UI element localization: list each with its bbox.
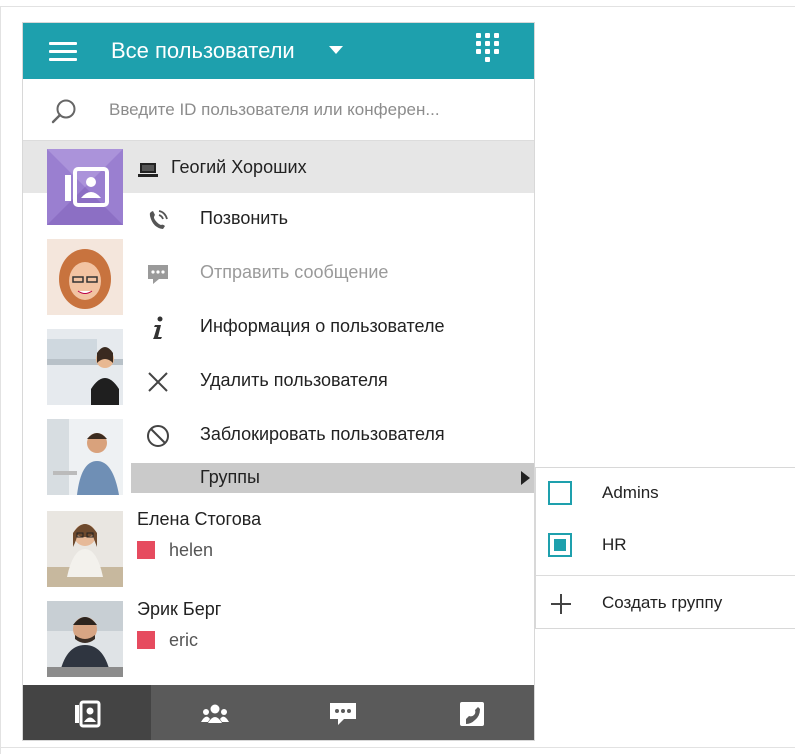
contact-row[interactable]: Эрик Берг eric: [23, 595, 534, 685]
groups-submenu: Admins HR Создать группу: [535, 467, 795, 629]
context-menu: Позвонить Отправить сообщение Информация…: [131, 193, 534, 493]
info-icon: [153, 316, 163, 339]
group-option-label: HR: [602, 535, 627, 554]
admins-checkbox[interactable]: [548, 481, 572, 505]
bottom-tab-bar: [23, 685, 534, 740]
menu-item-delete-user[interactable]: Удалить пользователя: [131, 355, 534, 409]
frame-top-line: [0, 6, 795, 7]
chevron-down-icon[interactable]: [329, 46, 343, 54]
create-group-button[interactable]: Создать группу: [536, 578, 795, 630]
phone-icon: [459, 701, 484, 726]
contact-card-icon: [47, 149, 123, 225]
contacts-panel: Все пользователи Введите ID пользователя…: [22, 22, 535, 741]
block-icon: [147, 425, 169, 447]
menu-item-label: Информация о пользователе: [200, 316, 445, 336]
chat-icon: [330, 702, 356, 725]
menu-item-block-user[interactable]: Заблокировать пользователя: [131, 409, 534, 463]
contact-row[interactable]: Елена Стогова helen: [23, 505, 534, 595]
menu-item-label: Заблокировать пользователя: [200, 424, 445, 444]
contact-name: Елена Стогова: [137, 509, 262, 529]
frame-bottom-line: [0, 747, 795, 748]
group-option-hr[interactable]: HR: [536, 520, 795, 572]
group-option-label: Admins: [602, 483, 659, 502]
plus-icon: [551, 594, 571, 614]
search-bar: [23, 79, 534, 141]
call-icon: [149, 210, 168, 229]
menu-item-call[interactable]: Позвонить: [131, 193, 534, 247]
tab-conferences[interactable]: [151, 685, 279, 740]
contacts-icon: [75, 700, 101, 727]
avatar: [47, 329, 123, 405]
message-icon: [148, 265, 168, 284]
tab-contacts[interactable]: [23, 685, 151, 740]
avatar: [47, 419, 123, 495]
create-group-label: Создать группу: [602, 593, 723, 612]
menu-item-label: Отправить сообщение: [200, 262, 389, 282]
submenu-divider: [536, 575, 795, 576]
menu-item-user-info[interactable]: Информация о пользователе: [131, 301, 534, 355]
contact-list: Геогий Хороших Елена Стогова helen Эрик …: [23, 141, 534, 685]
menu-item-label: Удалить пользователя: [200, 370, 388, 390]
status-badge: [137, 631, 155, 649]
hr-checkbox[interactable]: [548, 533, 572, 557]
menu-item-label: Позвонить: [200, 208, 288, 228]
contact-filter-title[interactable]: Все пользователи: [111, 37, 295, 65]
contact-name: Эрик Берг: [137, 599, 222, 619]
group-icon: [201, 704, 229, 723]
close-icon: [148, 372, 168, 392]
contact-name: Геогий Хороших: [171, 157, 307, 177]
avatar: [47, 239, 123, 315]
contact-login: helen: [169, 540, 214, 560]
menu-icon[interactable]: [49, 39, 79, 63]
tab-chats[interactable]: [279, 685, 407, 740]
menu-item-label: Группы: [200, 467, 260, 487]
status-badge: [137, 541, 155, 559]
search-input[interactable]: [109, 95, 519, 125]
menu-item-send-message[interactable]: Отправить сообщение: [131, 247, 534, 301]
menu-item-groups[interactable]: Группы: [131, 463, 534, 493]
group-option-admins[interactable]: Admins: [536, 468, 795, 520]
contact-login: eric: [169, 630, 199, 650]
laptop-icon: [138, 163, 158, 177]
frame-left-line: [0, 6, 1, 754]
chevron-right-icon: [521, 471, 530, 485]
avatar: [47, 511, 123, 587]
header-bar: Все пользователи: [23, 23, 534, 79]
dialpad-icon[interactable]: [475, 32, 505, 70]
avatar: [47, 601, 123, 677]
search-icon[interactable]: [51, 98, 77, 124]
avatar: [47, 149, 123, 225]
tab-calls[interactable]: [407, 685, 534, 740]
